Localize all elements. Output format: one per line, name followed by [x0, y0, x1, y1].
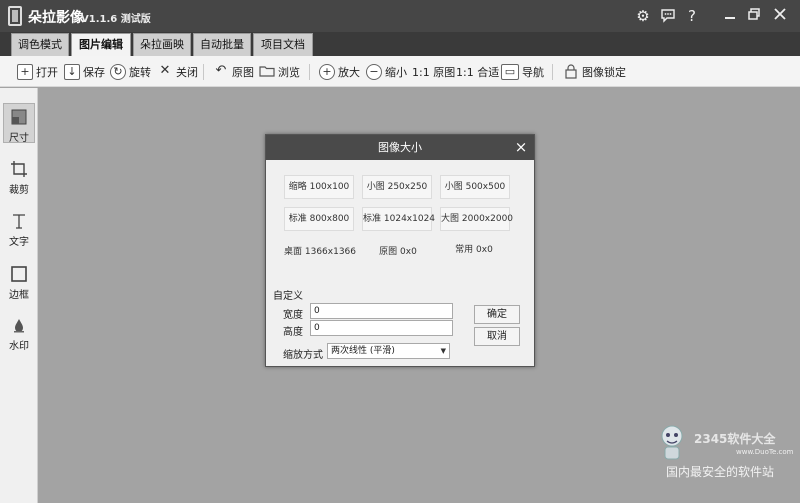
close-image-button[interactable]: ✕ 关闭: [157, 62, 198, 81]
height-label: 高度: [283, 327, 303, 338]
folder-icon: [259, 64, 275, 80]
zoom-in-icon: +: [319, 63, 335, 80]
rotate-button[interactable]: ↻ 旋转: [110, 62, 151, 81]
zoom-in-button[interactable]: + 放大: [319, 62, 360, 81]
tab-project-docs[interactable]: 项目文档: [253, 33, 313, 56]
width-label: 宽度: [283, 310, 303, 321]
sidebar-item-border[interactable]: 边框: [3, 261, 35, 301]
toolbar: + 打开 ↓ 保存 ↻ 旋转 ✕ 关闭 ↶ 原图 浏览 + 放大 − 缩小 1:…: [0, 56, 800, 87]
dialog-close-icon[interactable]: ×: [514, 135, 528, 160]
original-button[interactable]: ↶ 原图: [213, 62, 254, 81]
actual-size-button[interactable]: 1:1 原图: [412, 62, 455, 81]
feedback-icon[interactable]: [658, 6, 678, 26]
height-input[interactable]: 0: [310, 320, 453, 336]
app-version: V1.1.6 测试版: [81, 14, 151, 25]
ok-button[interactable]: 确定: [474, 305, 520, 324]
preset-small-250-button[interactable]: 小图 250x250: [362, 175, 432, 199]
title-bar: 朵拉影像 V1.1.6 测试版 ⚙ ?: [0, 0, 800, 32]
plus-icon: +: [17, 63, 33, 80]
toolbar-divider: [203, 64, 204, 80]
restore-icon[interactable]: [744, 6, 764, 26]
resize-icon: [10, 108, 28, 126]
dialog-title-bar: 图像大小 ×: [266, 135, 534, 160]
lock-icon: [563, 63, 579, 80]
preset-standard-800-button[interactable]: 标准 800x800: [284, 207, 354, 231]
app-name: 朵拉影像: [28, 10, 84, 26]
close-icon[interactable]: [770, 6, 790, 26]
preset-standard-1024-button[interactable]: 标准 1024x1024: [362, 207, 435, 231]
browse-button[interactable]: 浏览: [259, 62, 300, 81]
dialog-title: 图像大小: [378, 141, 422, 154]
preset-original-button[interactable]: 原图 0x0: [358, 245, 438, 259]
tab-color-mode[interactable]: 调色模式: [11, 33, 69, 56]
open-button[interactable]: + 打开: [17, 62, 58, 81]
preset-large-2000-button[interactable]: 大图 2000x2000: [440, 207, 513, 231]
image-size-dialog: 图像大小 × 缩略 100x100 小图 250x250 小图 500x500 …: [265, 134, 535, 367]
x-icon: ✕: [159, 62, 171, 78]
tab-image-edit[interactable]: 图片编辑: [71, 33, 131, 56]
crop-icon: [10, 160, 28, 178]
minimize-icon[interactable]: [720, 6, 740, 26]
undo-icon: ↶: [215, 62, 227, 78]
watermark-brand: 2345软件大全: [694, 432, 776, 446]
sidebar-item-watermark[interactable]: 水印: [3, 312, 35, 352]
navigator-icon: ▭: [501, 63, 519, 80]
toolbar-divider: [552, 64, 553, 80]
preset-small-500-button[interactable]: 小图 500x500: [440, 175, 510, 199]
custom-size-label: 自定义: [273, 291, 303, 302]
main-tab-bar: 调色模式 图片编辑 朵拉画映 自动批量 项目文档: [0, 32, 800, 56]
border-icon: [10, 265, 28, 283]
app-logo-icon: [8, 6, 22, 26]
mascot-logo-icon: [656, 422, 688, 462]
navigate-button[interactable]: ▭ 导航: [501, 62, 544, 81]
save-button[interactable]: ↓ 保存: [64, 62, 105, 81]
preset-thumbnail-button[interactable]: 缩略 100x100: [284, 175, 354, 199]
cancel-button[interactable]: 取消: [474, 327, 520, 346]
toolbar-divider: [309, 64, 310, 80]
text-icon: [10, 212, 28, 230]
tab-slideshow[interactable]: 朵拉画映: [133, 33, 191, 56]
lock-image-button[interactable]: 图像锁定: [563, 62, 626, 81]
sidebar-item-text[interactable]: 文字: [3, 208, 35, 248]
tab-auto-batch[interactable]: 自动批量: [193, 33, 251, 56]
arrow-down-icon: ↓: [64, 63, 80, 80]
preset-desktop-button[interactable]: 桌面 1366x1366: [280, 245, 360, 259]
help-icon[interactable]: ?: [682, 6, 702, 26]
edit-sidebar: 尺寸 裁剪 文字 边框 水印: [0, 88, 38, 503]
zoom-out-icon: −: [366, 63, 382, 80]
zoom-out-button[interactable]: − 缩小: [366, 62, 407, 81]
sidebar-item-crop[interactable]: 裁剪: [3, 156, 35, 196]
scale-mode-select[interactable]: 两次线性 (平滑) ▼: [327, 343, 450, 359]
watermark-icon: [10, 316, 28, 334]
fit-button[interactable]: 1:1 合适: [456, 62, 499, 81]
watermark-url: www.DuoTe.com: [736, 448, 794, 456]
settings-icon[interactable]: ⚙: [633, 6, 653, 26]
width-input[interactable]: 0: [310, 303, 453, 319]
watermark-slogan: 国内最安全的软件站: [666, 465, 775, 479]
preset-common-button[interactable]: 常用 0x0: [434, 243, 514, 257]
sidebar-item-resize[interactable]: 尺寸: [3, 103, 35, 144]
rotate-icon: ↻: [110, 63, 126, 80]
dropdown-arrow-icon: ▼: [440, 347, 446, 355]
scale-mode-label: 缩放方式: [283, 350, 323, 361]
